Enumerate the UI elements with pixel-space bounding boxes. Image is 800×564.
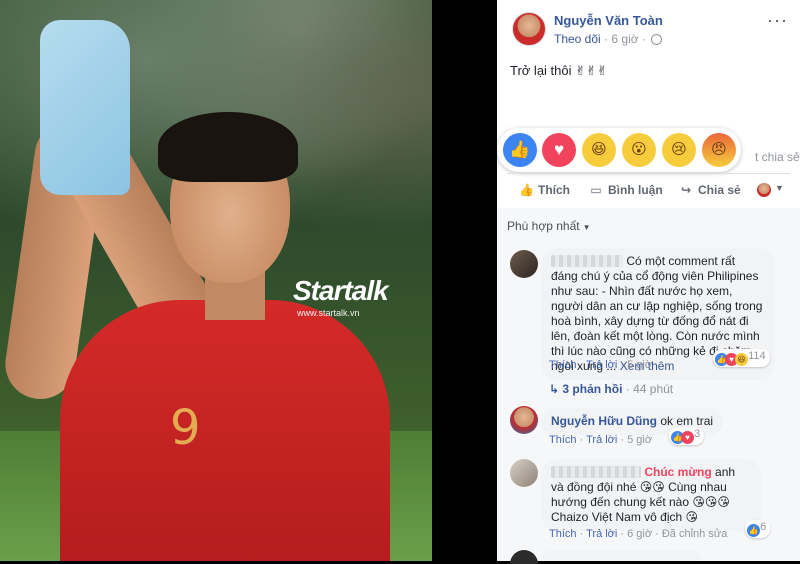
chevron-down-icon: ▼ (582, 223, 591, 232)
divider (507, 173, 790, 174)
comment-actions: Thích · Trả lời · 5 giờ (549, 359, 653, 371)
comment-time[interactable]: 5 giờ (627, 359, 652, 371)
author-name[interactable]: Nguyễn Văn Toàn (554, 13, 663, 28)
viewer-avatar[interactable] (757, 183, 771, 197)
highlighted-text: Chúc mừng (644, 465, 712, 479)
reactions-picker: 👍 ♥ 😆 😮 😢 😠 (497, 128, 741, 172)
player-jersey (60, 300, 390, 561)
surprised-face-icon: 😮 (631, 141, 647, 158)
comment-like-link[interactable]: Thích (549, 359, 577, 371)
edited-label[interactable]: Đã chỉnh sửa (662, 528, 727, 540)
post-side-panel: Nguyễn Văn Toàn Theo dõi · 6 giờ · ··· T… (497, 0, 800, 564)
reaction-like-icon[interactable]: 👍 (503, 133, 537, 167)
share-count[interactable]: t chia sẻ (755, 150, 800, 164)
reaction-angry-icon[interactable]: 😠 (702, 133, 736, 167)
heart-icon: ♥ (553, 140, 565, 159)
laughing-face-icon: 😆 (735, 353, 748, 366)
follow-link[interactable]: Theo dõi (554, 32, 601, 46)
comment-label: Bình luận (608, 183, 663, 197)
comment-reaction-count[interactable]: 👍 ♥ 3 (669, 427, 705, 445)
reaction-wow-icon[interactable]: 😮 (622, 133, 656, 167)
post-photo[interactable]: 9 Startalk www.startalk.vn (0, 0, 497, 561)
jersey-number: 9 (170, 400, 201, 456)
share-button[interactable]: ↪ Chia sẻ (679, 183, 741, 197)
heart-icon: ♥ (681, 431, 694, 444)
redacted-name (551, 255, 623, 267)
thumbs-up-icon: 👍 (509, 140, 531, 159)
comment-reaction-count[interactable]: 👍 6 (745, 520, 771, 538)
comment-like-link[interactable]: Thích (549, 434, 577, 446)
author-avatar[interactable] (512, 12, 546, 46)
share-label: Chia sẻ (698, 183, 741, 197)
replies-separator: · (625, 382, 634, 396)
startalk-url: www.startalk.vn (297, 308, 360, 318)
sad-face-icon: 😢 (671, 141, 687, 158)
comment-bubble: Chúc mừng anh và đồng đội nhé 😘😘 Cùng nh… (541, 459, 761, 531)
thumbs-up-icon: 👍 (747, 524, 760, 537)
view-replies-link[interactable]: ↳ 3 phản hồi · 44 phút (549, 382, 673, 396)
post-text: Trở lại thôi ✌✌✌ (510, 63, 608, 78)
commenter-avatar[interactable] (510, 459, 538, 487)
comment-icon: ▭ (590, 183, 602, 197)
like-button[interactable]: 👍 Thích (519, 183, 570, 197)
reaction-count: 6 (760, 521, 767, 533)
reaction-haha-icon[interactable]: 😆 (582, 133, 616, 167)
comment-time[interactable]: 6 giờ (627, 528, 652, 540)
thumbs-up-icon: 👍 (519, 183, 534, 197)
photo-letterbox (432, 0, 497, 561)
reaction-count: 3 (694, 428, 701, 440)
replies-time: 44 phút (633, 382, 674, 396)
comment-like-link[interactable]: Thích (549, 528, 577, 540)
post-time[interactable]: 6 giờ (611, 32, 638, 46)
replies-label: 3 phản hồi (562, 382, 623, 396)
chevron-down-icon[interactable]: ▼ (775, 183, 784, 193)
comment-actions: Thích · Trả lời · 5 giờ (549, 434, 653, 446)
like-label: Thích (538, 183, 570, 197)
post-meta: Theo dõi · 6 giờ · (554, 32, 663, 46)
comment-bubble (541, 550, 701, 561)
laughing-face-icon: 😆 (591, 141, 607, 158)
commenter-name[interactable]: Nguyễn Hữu Dũng (551, 414, 657, 428)
startalk-watermark: Startalk (293, 275, 389, 306)
reaction-love-icon[interactable]: ♥ (542, 133, 576, 167)
commenter-avatar[interactable] (510, 406, 538, 434)
comment-time[interactable]: 5 giờ (627, 434, 652, 446)
comment-reply-link[interactable]: Trả lời (586, 528, 617, 540)
reaction-sad-icon[interactable]: 😢 (662, 133, 696, 167)
comment-actions: Thích · Trả lời · 6 giờ · Đã chỉnh sửa (549, 528, 728, 540)
player-hair (158, 112, 298, 182)
comment-reply-link[interactable]: Trả lời (586, 434, 617, 446)
towel (40, 20, 130, 195)
comment-text: ok em trai (660, 414, 714, 428)
reply-arrow-icon: ↳ (549, 382, 560, 396)
angry-face-icon: 😠 (711, 141, 727, 158)
comments-sort-dropdown[interactable]: Phù hợp nhất ▼ (507, 219, 591, 233)
commenter-avatar[interactable] (510, 550, 538, 564)
comment-reply-link[interactable]: Trả lời (586, 359, 617, 371)
commenter-avatar[interactable] (510, 250, 538, 278)
globe-icon (651, 34, 663, 45)
comment-reaction-count[interactable]: 👍 ♥ 😆 114 (713, 349, 770, 367)
share-arrow-icon: ↪ (680, 183, 692, 197)
sort-label: Phù hợp nhất (507, 219, 580, 233)
comments-section: Phù hợp nhất ▼ Có một comment rất đáng ch… (497, 208, 800, 564)
more-options-icon[interactable]: ··· (767, 10, 788, 31)
reaction-count: 114 (748, 350, 766, 362)
redacted-name (551, 466, 641, 478)
comment-button[interactable]: ▭ Bình luận (589, 183, 663, 197)
meta-separator: · (641, 32, 650, 46)
